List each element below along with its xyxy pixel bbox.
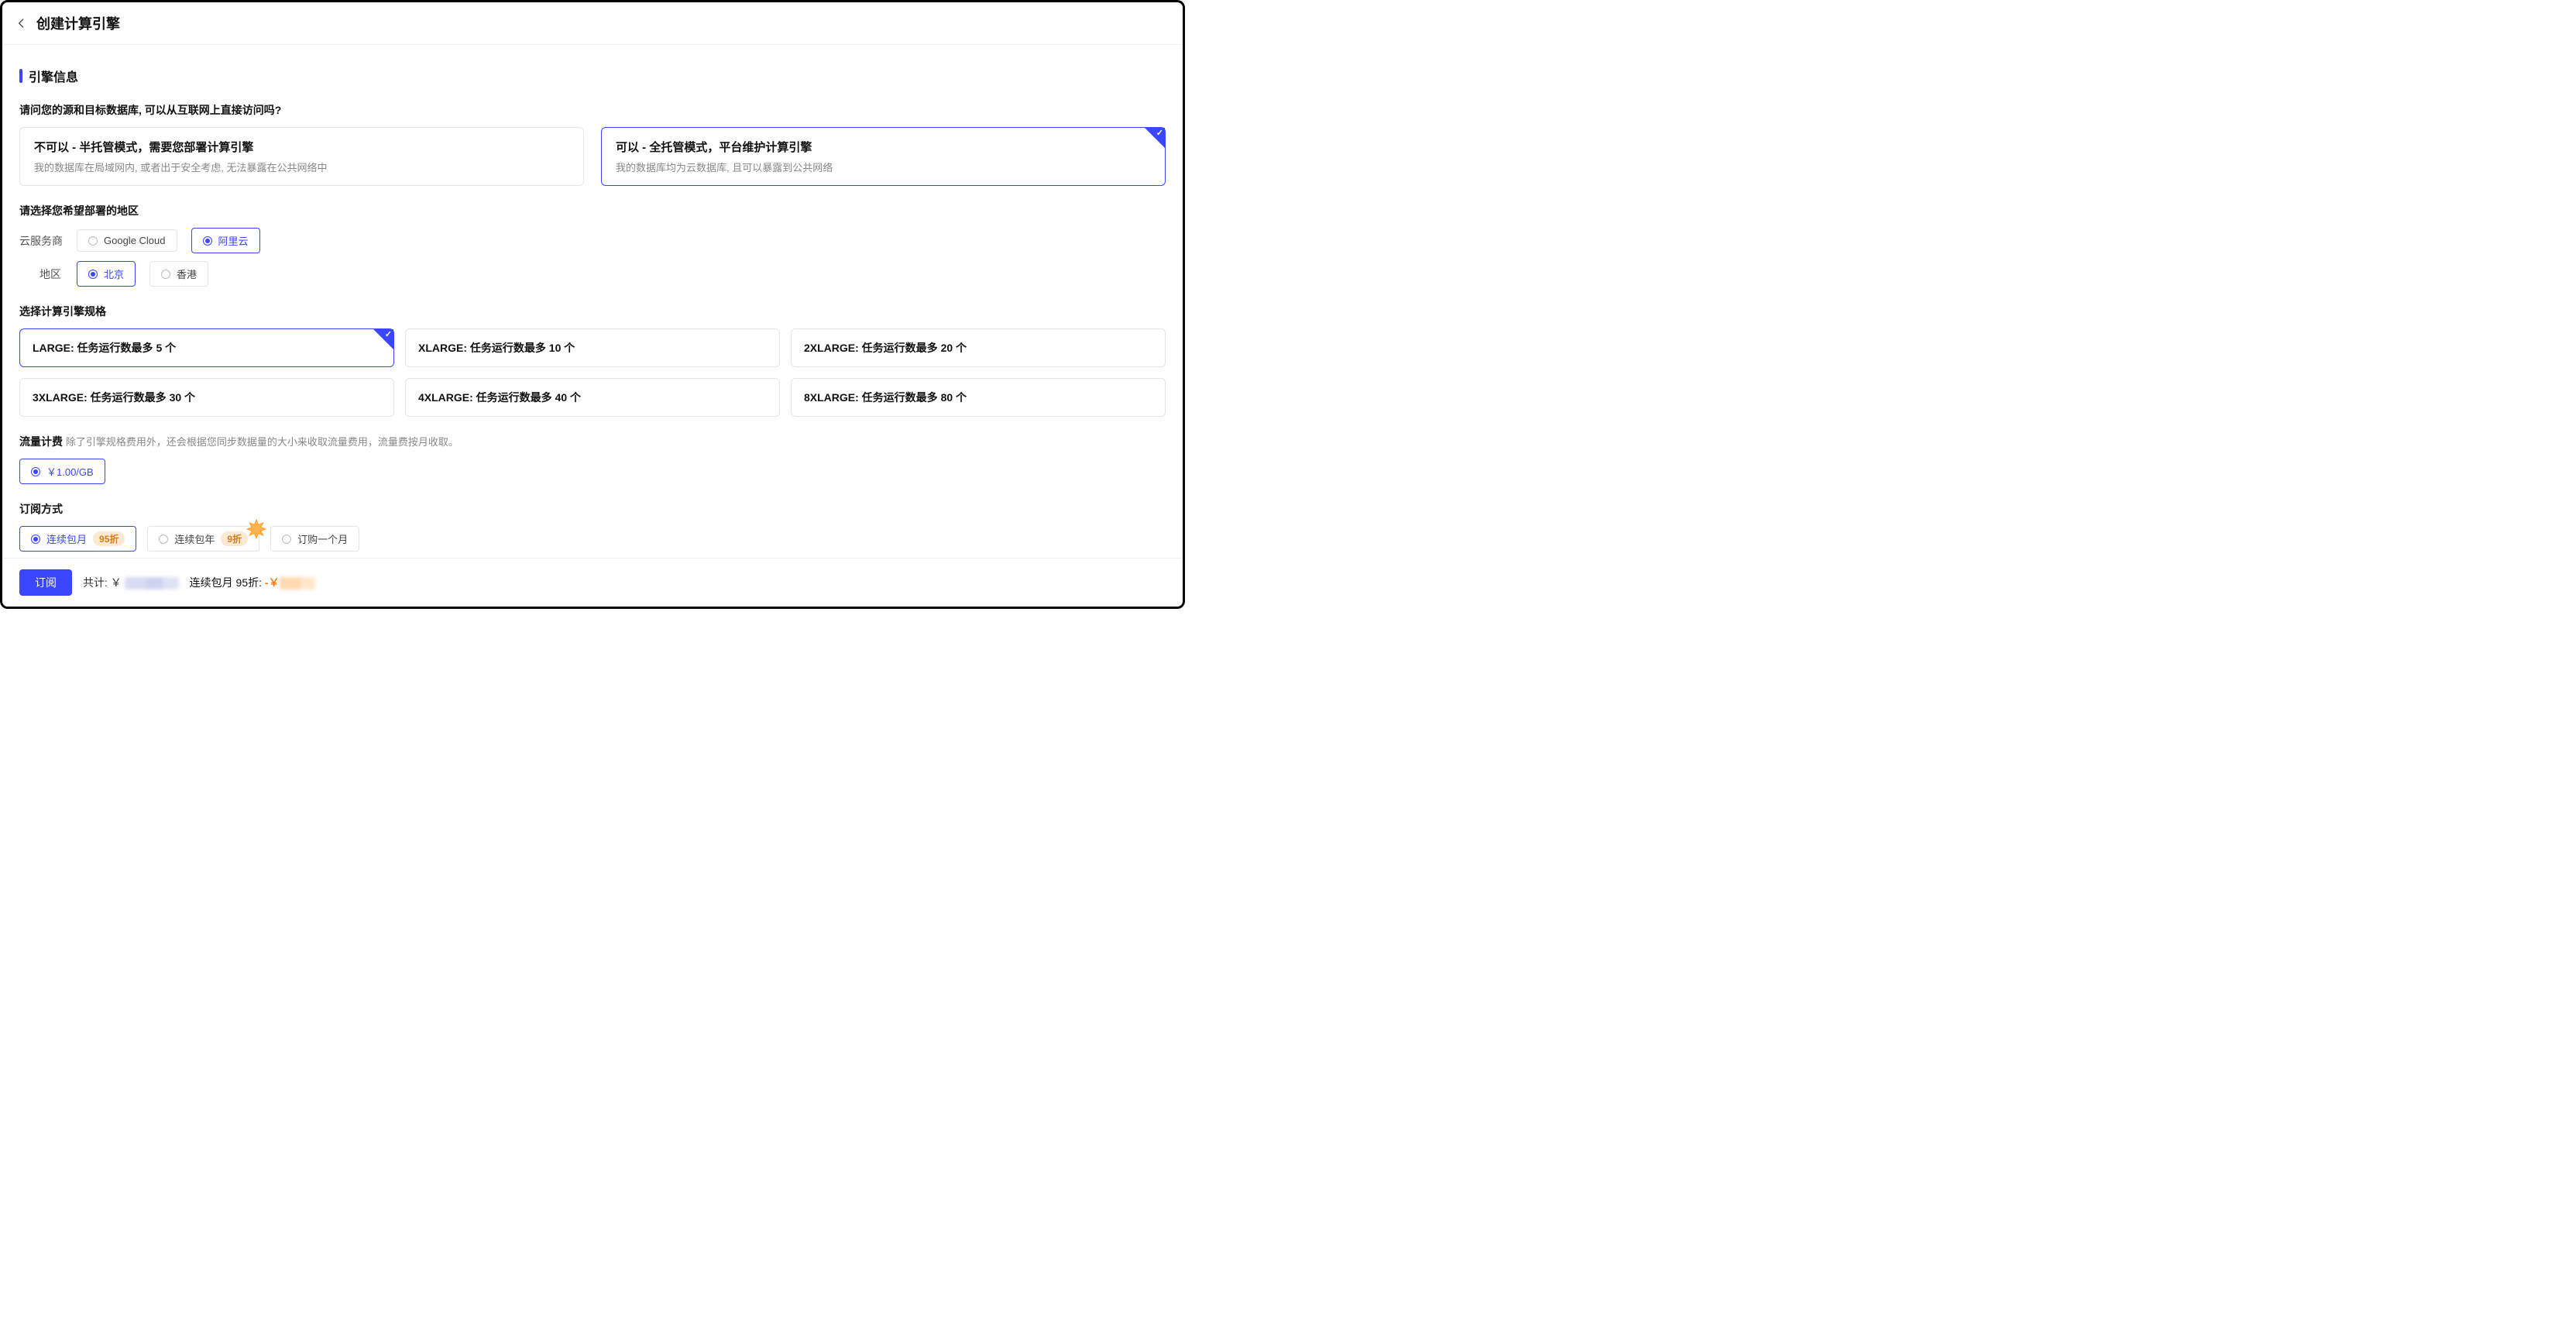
mode-card-group: 不可以 - 半托管模式，需要您部署计算引擎 我的数据库在局域网内, 或者出于安全… — [19, 127, 1166, 186]
region-label: 地区 — [39, 266, 63, 282]
app-frame: 创建计算引擎 引擎信息 请问您的源和目标数据库, 可以从互联网上直接访问吗? 不… — [0, 0, 1185, 609]
sub-option-label: 连续包月 — [46, 531, 87, 546]
traffic-option-label: ￥1.00/GB — [46, 464, 94, 479]
spec-card-label: 2XLARGE: 任务运行数最多 20 个 — [804, 342, 967, 354]
spec-card-2xlarge[interactable]: 2XLARGE: 任务运行数最多 20 个 — [791, 328, 1166, 367]
back-icon[interactable] — [15, 16, 29, 30]
subscription-section-label: 订阅方式 — [19, 501, 1166, 517]
radio-dot-icon — [161, 270, 170, 279]
section-heading-label: 引擎信息 — [29, 67, 78, 85]
hot-badge-icon — [246, 519, 266, 539]
radio-dot-icon — [203, 236, 212, 246]
discount-badge: 95折 — [93, 531, 125, 546]
spec-card-4xlarge[interactable]: 4XLARGE: 任务运行数最多 40 个 — [405, 378, 780, 417]
sub-option-one-month[interactable]: 订购一个月 — [270, 526, 359, 552]
total-label-text: 共计: ￥ — [83, 576, 122, 589]
sub-option-label: 连续包年 — [174, 531, 215, 546]
spec-card-label: 4XLARGE: 任务运行数最多 40 个 — [418, 391, 581, 404]
provider-option-aliyun[interactable]: 阿里云 — [191, 228, 260, 253]
traffic-label-text: 流量计费 — [19, 435, 63, 448]
spec-card-3xlarge[interactable]: 3XLARGE: 任务运行数最多 30 个 — [19, 378, 394, 417]
region-option-label: 北京 — [104, 266, 124, 281]
sub-option-monthly[interactable]: 连续包月 95折 — [19, 526, 136, 552]
total-amount-redacted — [125, 577, 179, 590]
traffic-desc-text: 除了引擎规格费用外，还会根据您同步数据量的大小来收取流量费用，流量费按月收取。 — [66, 436, 459, 448]
radio-dot-icon — [282, 535, 291, 544]
page-header: 创建计算引擎 — [2, 2, 1183, 45]
spec-card-label: XLARGE: 任务运行数最多 10 个 — [418, 342, 575, 354]
discount-summary: 连续包月 95折: -￥ — [190, 575, 315, 590]
region-section-label: 请选择您希望部署的地区 — [19, 203, 1166, 218]
region-row: 地区 北京 香港 — [19, 261, 1166, 287]
spec-card-large[interactable]: LARGE: 任务运行数最多 5 个 — [19, 328, 394, 367]
region-option-hongkong[interactable]: 香港 — [149, 261, 208, 287]
sub-option-label: 订购一个月 — [297, 531, 348, 546]
provider-label: 云服务商 — [19, 233, 63, 249]
discount-amount-redacted — [280, 577, 315, 590]
spec-grid: LARGE: 任务运行数最多 5 个 XLARGE: 任务运行数最多 10 个 … — [19, 328, 1166, 417]
provider-option-label: 阿里云 — [218, 233, 249, 248]
traffic-section-label: 流量计费 除了引擎规格费用外，还会根据您同步数据量的大小来收取流量费用，流量费按… — [19, 434, 1166, 449]
subscribe-button[interactable]: 订阅 — [19, 569, 72, 596]
spec-card-8xlarge[interactable]: 8XLARGE: 任务运行数最多 80 个 — [791, 378, 1166, 417]
content-area: 引擎信息 请问您的源和目标数据库, 可以从互联网上直接访问吗? 不可以 - 半托… — [2, 45, 1183, 609]
discount-badge: 9折 — [221, 531, 248, 546]
mode-card-fully-managed[interactable]: 可以 - 全托管模式，平台维护计算引擎 我的数据库均为云数据库, 且可以暴露到公… — [601, 127, 1166, 186]
spec-section-label: 选择计算引擎规格 — [19, 304, 1166, 319]
mode-card-title: 不可以 - 半托管模式，需要您部署计算引擎 — [34, 139, 569, 155]
spec-card-xlarge[interactable]: XLARGE: 任务运行数最多 10 个 — [405, 328, 780, 367]
radio-dot-icon — [31, 467, 40, 476]
provider-option-label: Google Cloud — [104, 235, 166, 246]
region-option-label: 香港 — [177, 266, 197, 281]
mode-card-self-hosted[interactable]: 不可以 - 半托管模式，需要您部署计算引擎 我的数据库在局域网内, 或者出于安全… — [19, 127, 584, 186]
total-label: 共计: ￥ — [83, 575, 179, 590]
radio-dot-icon — [88, 270, 98, 279]
access-question-label: 请问您的源和目标数据库, 可以从互联网上直接访问吗? — [19, 102, 1166, 118]
provider-row: 云服务商 Google Cloud 阿里云 — [19, 228, 1166, 253]
traffic-row: ￥1.00/GB — [19, 459, 1166, 484]
section-heading-engine-info: 引擎信息 — [19, 67, 1166, 85]
mode-card-desc: 我的数据库在局域网内, 或者出于安全考虑, 无法暴露在公共网络中 — [34, 160, 569, 174]
page-title: 创建计算引擎 — [36, 13, 120, 33]
radio-dot-icon — [88, 236, 98, 246]
spec-card-label: 8XLARGE: 任务运行数最多 80 个 — [804, 391, 967, 404]
discount-neg-prefix: -￥ — [265, 576, 280, 589]
discount-label-text: 连续包月 95折: — [190, 576, 262, 589]
spec-card-label: 3XLARGE: 任务运行数最多 30 个 — [33, 391, 195, 404]
spec-card-label: LARGE: 任务运行数最多 5 个 — [33, 342, 176, 354]
radio-dot-icon — [31, 535, 40, 544]
selected-check-icon — [1145, 128, 1165, 148]
mode-card-desc: 我的数据库均为云数据库, 且可以暴露到公共网络 — [616, 160, 1151, 174]
sub-option-yearly[interactable]: 连续包年 9折 — [147, 526, 259, 552]
traffic-option-per-gb[interactable]: ￥1.00/GB — [19, 459, 105, 484]
subscription-row: 连续包月 95折 连续包年 9折 订购一个月 — [19, 526, 1166, 552]
footer-bar: 订阅 共计: ￥ 连续包月 95折: -￥ — [2, 558, 1183, 607]
provider-option-google-cloud[interactable]: Google Cloud — [77, 229, 177, 252]
mode-card-title: 可以 - 全托管模式，平台维护计算引擎 — [616, 139, 1151, 155]
selected-check-icon — [373, 329, 393, 349]
radio-dot-icon — [159, 535, 168, 544]
region-option-beijing[interactable]: 北京 — [77, 261, 136, 287]
